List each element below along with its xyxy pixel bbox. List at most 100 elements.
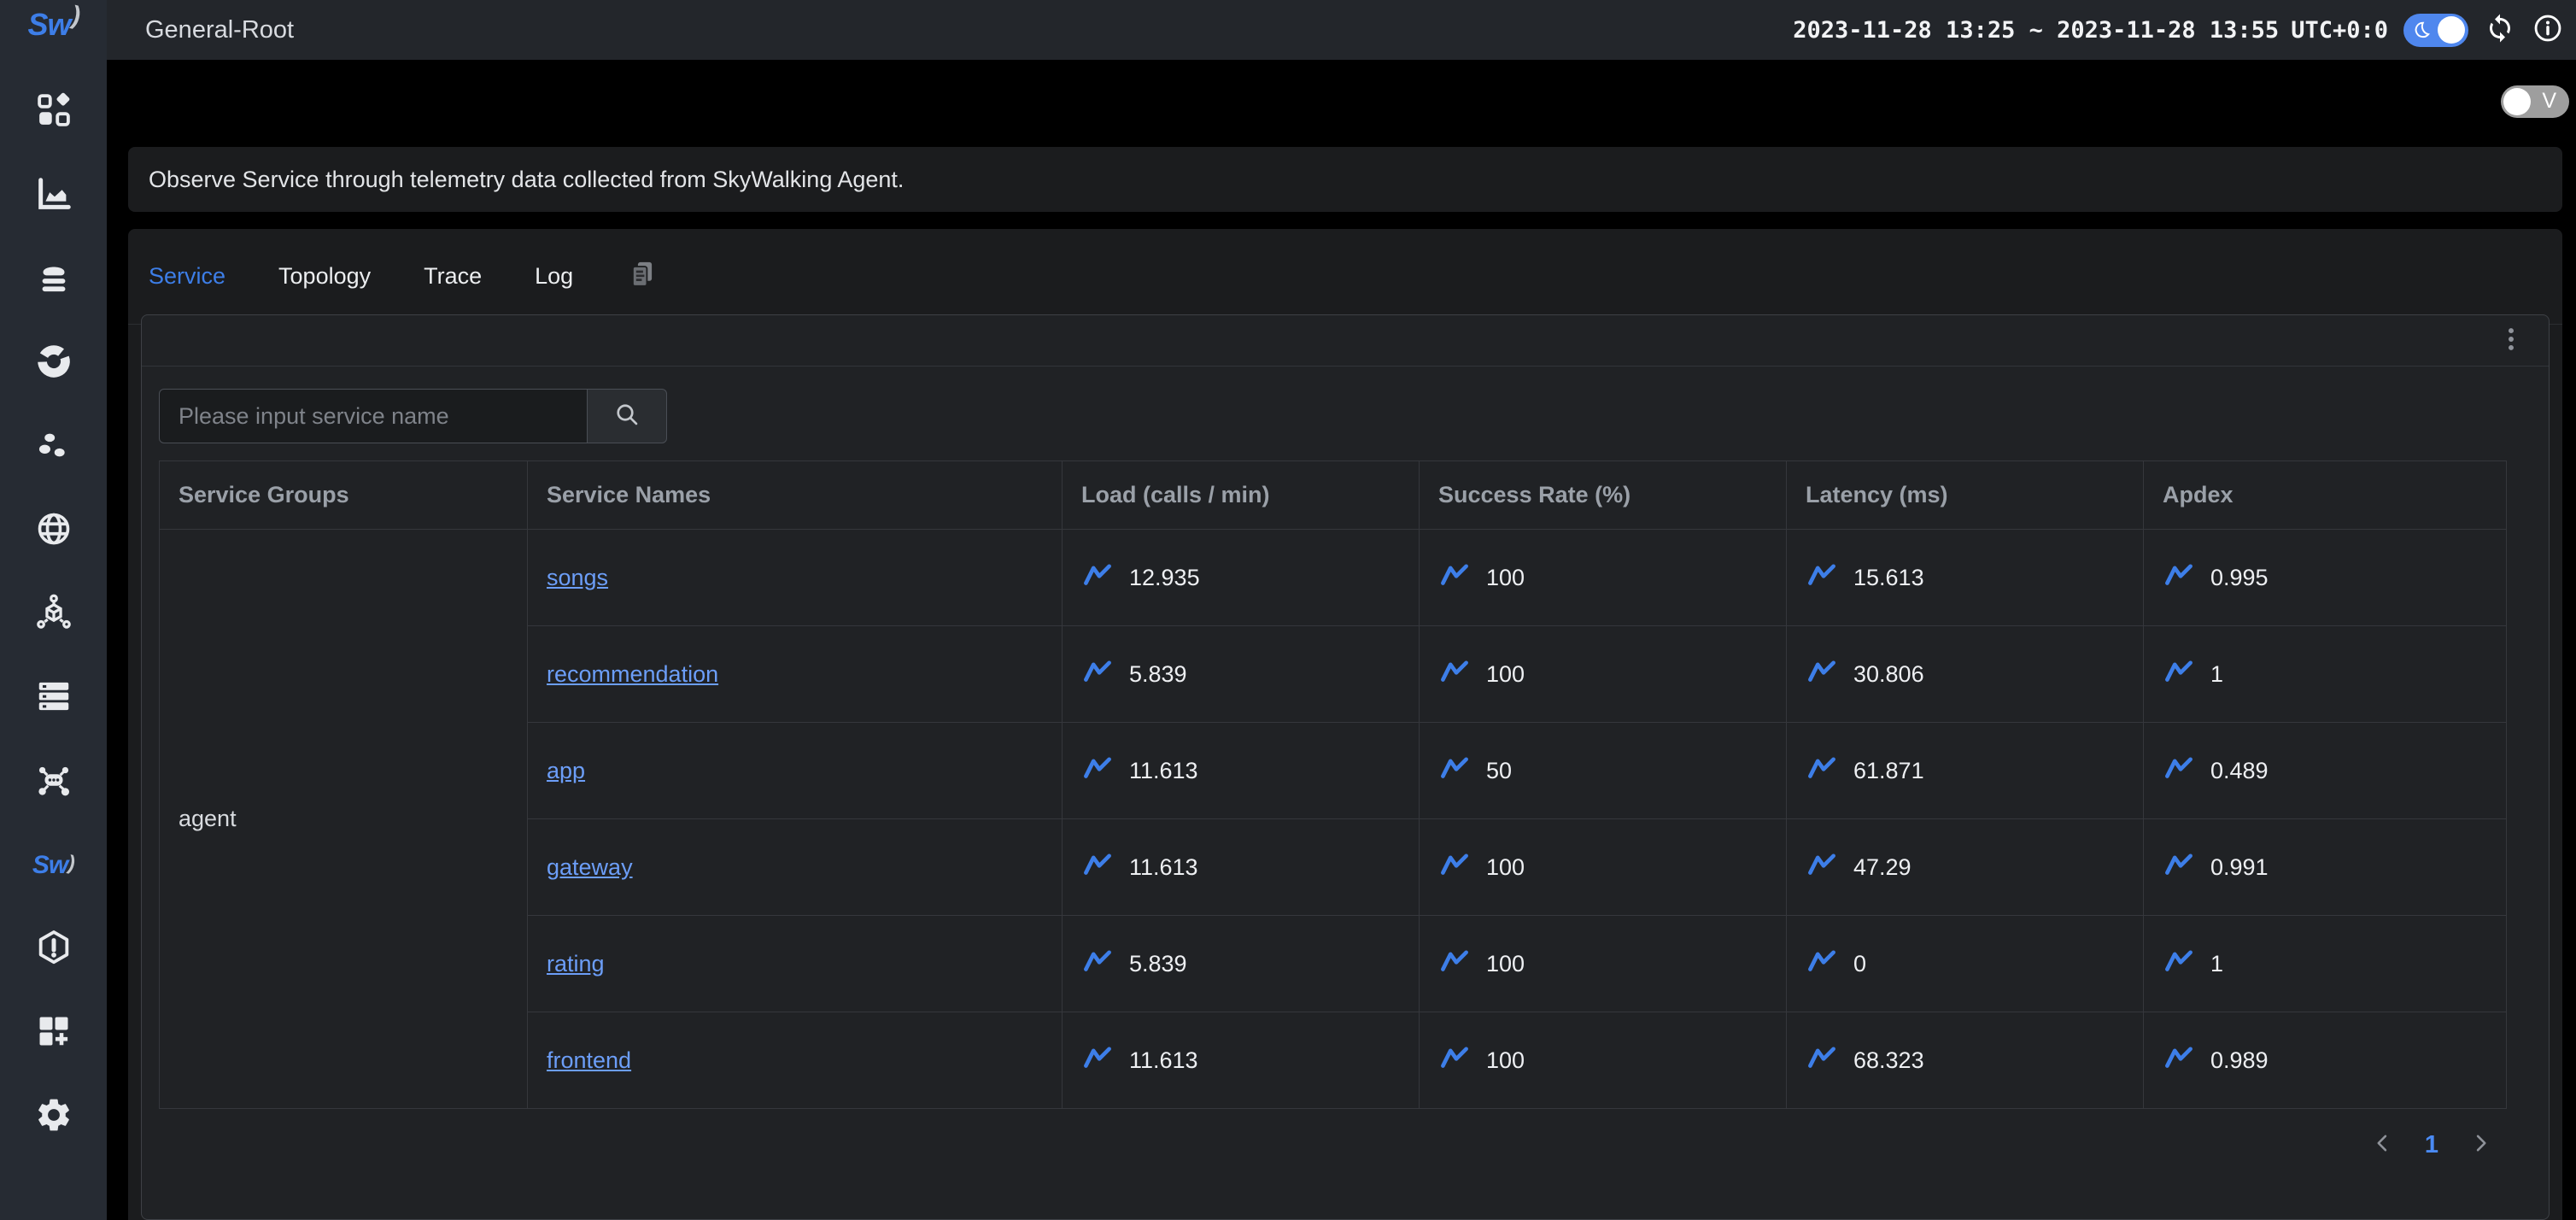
sparkline-icon	[1081, 659, 1114, 690]
page-title: General-Root	[145, 16, 294, 44]
sidebar-item-kubernetes[interactable]	[0, 572, 107, 656]
next-page-button[interactable]	[2468, 1133, 2493, 1158]
service-list-widget: Service Groups Service Names Load (calls…	[141, 314, 2550, 1220]
sidebar-item-widgets[interactable]	[0, 991, 107, 1075]
dark-mode-toggle[interactable]	[2403, 14, 2468, 47]
apdex-value: 1	[2210, 951, 2223, 977]
service-link-app[interactable]: app	[547, 758, 585, 783]
sidebar-item-gateway-topology[interactable]	[0, 740, 107, 824]
skywalking-logo[interactable]: Sw)	[27, 7, 79, 55]
logo-text: Sw	[27, 7, 70, 43]
service-link-recommendation[interactable]: recommendation	[547, 661, 718, 687]
sidebar-item-self-observability[interactable]: Sw)	[0, 824, 107, 907]
apdex-value: 0.991	[2210, 854, 2269, 881]
success-rate-value: 100	[1486, 854, 1525, 881]
tab-service[interactable]: Service	[149, 263, 225, 290]
skywalking-dashboard: Sw)	[0, 0, 2576, 1220]
service-link-rating[interactable]: rating	[547, 951, 605, 977]
sidebar-item-marketplace[interactable]	[0, 70, 107, 154]
refresh-icon	[2485, 13, 2515, 48]
sparkline-icon	[1806, 1045, 1838, 1076]
latency-value: 61.871	[1853, 758, 1924, 784]
copy-dashboard-button[interactable]	[626, 261, 659, 293]
info-button[interactable]	[2532, 14, 2564, 46]
sidebar-item-service-mesh[interactable]	[0, 321, 107, 405]
cube-network-icon	[34, 593, 73, 636]
banner-text: Observe Service through telemetry data c…	[149, 167, 904, 193]
col-service-names: Service Names	[528, 461, 1063, 530]
sidebar-item-layers[interactable]	[0, 238, 107, 321]
load-value: 12.935	[1129, 565, 1200, 591]
load-value: 5.839	[1129, 661, 1187, 688]
apdex-value: 0.489	[2210, 758, 2269, 784]
server-list-icon	[34, 677, 73, 720]
col-apdex: Apdex	[2144, 461, 2507, 530]
top-header-bar: General-Root 2023-11-28 13:25 ~ 2023-11-…	[107, 0, 2576, 60]
refresh-button[interactable]	[2484, 14, 2516, 46]
sparkline-icon	[1081, 755, 1114, 787]
sparkline-icon	[1438, 659, 1471, 690]
sparkline-icon	[2163, 755, 2195, 787]
latency-value: 15.613	[1853, 565, 1924, 591]
sparkline-icon	[1438, 948, 1471, 980]
description-banner: Observe Service through telemetry data c…	[128, 147, 2562, 212]
info-icon	[2532, 13, 2563, 48]
toggle-knob	[2438, 16, 2465, 44]
apdex-value: 0.995	[2210, 565, 2269, 591]
version-toggle-label: V	[2542, 89, 2556, 114]
sidebar-item-alerting[interactable]	[0, 907, 107, 991]
sidebar-item-settings[interactable]	[0, 1075, 107, 1158]
table-row: agent songs 12.935 100 15.613 0.995	[160, 530, 2507, 626]
success-rate-value: 100	[1486, 565, 1525, 591]
service-table: Service Groups Service Names Load (calls…	[159, 460, 2507, 1109]
success-rate-value: 100	[1486, 1047, 1525, 1074]
widget-header	[142, 315, 2549, 367]
service-link-frontend[interactable]: frontend	[547, 1047, 631, 1073]
table-header-row: Service Groups Service Names Load (calls…	[160, 461, 2507, 530]
kebab-menu-icon	[2497, 325, 2526, 358]
chevron-right-icon	[2468, 1131, 2492, 1159]
success-rate-value: 100	[1486, 951, 1525, 977]
service-link-songs[interactable]: songs	[547, 565, 608, 590]
tab-topology[interactable]: Topology	[278, 263, 371, 290]
sparkline-icon	[1806, 755, 1838, 787]
version-toggle[interactable]: V	[2501, 85, 2569, 118]
sparkline-icon	[2163, 948, 2195, 980]
sidebar-item-infrastructure[interactable]	[0, 656, 107, 740]
tab-trace[interactable]: Trace	[424, 263, 482, 290]
service-group-cell: agent	[160, 530, 528, 1109]
col-service-groups: Service Groups	[160, 461, 528, 530]
sparkline-icon	[1081, 948, 1114, 980]
tab-log[interactable]: Log	[535, 263, 573, 290]
skywalking-icon: Sw)	[32, 851, 74, 880]
sparkline-icon	[1806, 659, 1838, 690]
time-range-picker[interactable]: 2023-11-28 13:25 ~ 2023-11-28 13:55	[1793, 17, 2279, 44]
latency-value: 0	[1853, 951, 1866, 977]
main-panel: Service Topology Trace Log	[128, 229, 2562, 1220]
widget-menu-button[interactable]	[2492, 322, 2530, 360]
sidebar-item-functions[interactable]	[0, 405, 107, 489]
prev-page-button[interactable]	[2370, 1133, 2396, 1158]
globe-icon	[34, 509, 73, 553]
service-link-gateway[interactable]: gateway	[547, 854, 633, 880]
search-input[interactable]	[159, 389, 588, 443]
sparkline-icon	[1438, 562, 1471, 594]
latency-value: 68.323	[1853, 1047, 1924, 1074]
load-value: 11.613	[1129, 758, 1198, 784]
search-button[interactable]	[587, 389, 667, 443]
sparkline-icon	[2163, 1045, 2195, 1076]
moon-icon	[2409, 20, 2432, 42]
page-number[interactable]: 1	[2425, 1131, 2438, 1159]
search-icon	[613, 401, 641, 432]
sparkline-icon	[1081, 562, 1114, 594]
sidebar: Sw)	[0, 0, 107, 1220]
header-controls: 2023-11-28 13:25 ~ 2023-11-28 13:55 UTC+…	[1793, 14, 2564, 47]
load-value: 5.839	[1129, 951, 1187, 977]
sparkline-icon	[1806, 562, 1838, 594]
gear-icon	[34, 1095, 73, 1139]
col-success-rate: Success Rate (%)	[1420, 461, 1787, 530]
marketplace-icon	[34, 91, 73, 134]
sidebar-item-general-service[interactable]	[0, 154, 107, 238]
document-copy-icon	[627, 259, 658, 294]
sidebar-item-browser[interactable]	[0, 489, 107, 572]
